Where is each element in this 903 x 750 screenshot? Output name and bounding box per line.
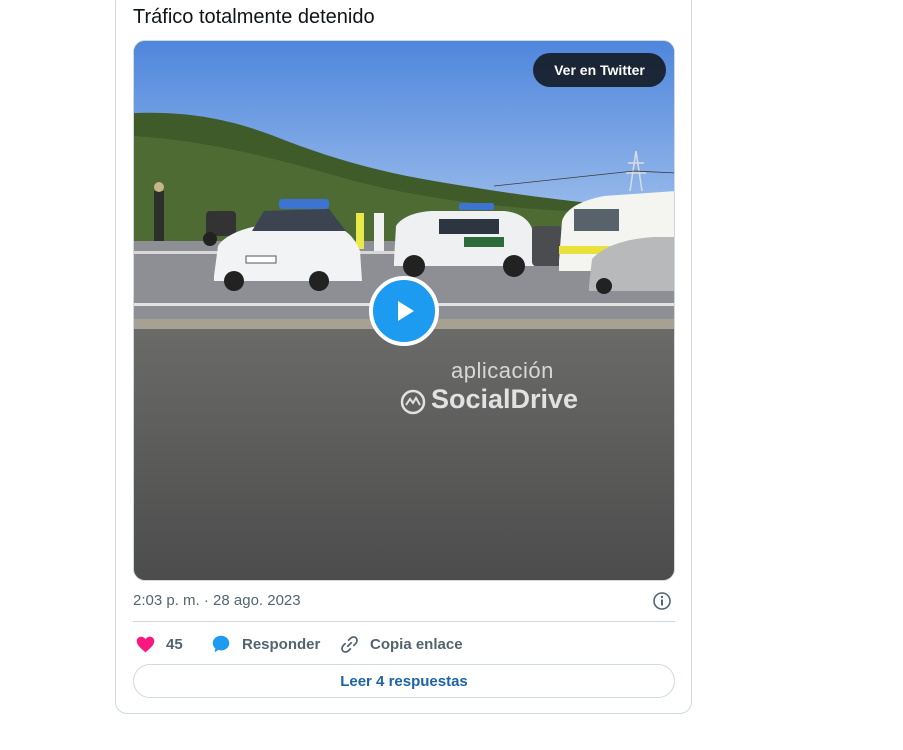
link-icon xyxy=(341,635,358,653)
tweet-timestamp[interactable]: 2:03 p. m. · 28 ago. 2023 xyxy=(133,592,301,609)
socialdrive-logo-icon xyxy=(400,389,426,415)
view-on-twitter-button[interactable]: Ver en Twitter xyxy=(533,53,666,87)
speech-bubble-icon xyxy=(212,635,230,653)
read-replies-button[interactable]: Leer 4 respuestas xyxy=(133,664,675,698)
copy-link-button[interactable]: Copia enlace xyxy=(339,632,463,656)
watermark-line1: aplicación xyxy=(451,358,554,383)
copy-link-label: Copia enlace xyxy=(370,635,463,653)
reply-label: Responder xyxy=(242,635,321,653)
divider xyxy=(133,621,675,622)
play-button[interactable] xyxy=(369,276,439,346)
info-icon[interactable] xyxy=(652,591,672,611)
play-icon xyxy=(398,301,414,321)
like-count: 45 xyxy=(166,635,183,653)
heart-icon xyxy=(136,636,155,652)
tweet-text: Tráfico totalmente detenido xyxy=(133,6,375,28)
reply-button[interactable]: Responder xyxy=(210,632,320,656)
like-button[interactable]: 45 xyxy=(135,632,183,656)
watermark-line2: SocialDrive xyxy=(431,384,579,414)
